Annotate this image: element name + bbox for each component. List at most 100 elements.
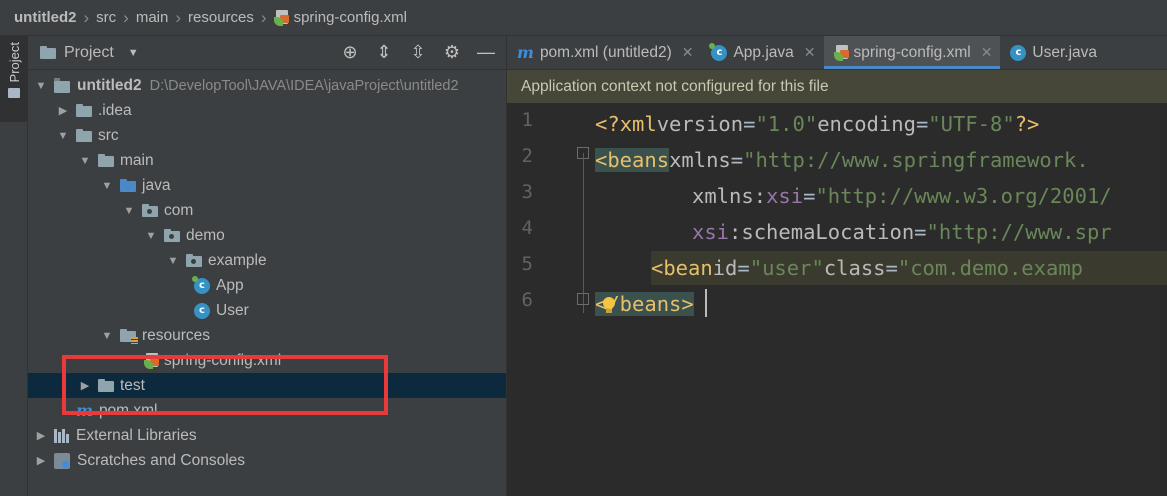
tree-row-demo[interactable]: ▼ demo [28,223,506,248]
tree-row-src[interactable]: ▼ src [28,123,506,148]
project-panel: Project ▼ ⊕ ⇕ ⇳ ⚙ — ▼ untitled2 D:\Devel… [28,36,506,496]
chevron-right-icon[interactable]: ▶ [78,379,92,392]
folder-icon [76,104,92,117]
tab-label: spring-config.xml [853,43,971,61]
code-token: class [823,256,886,280]
chevron-down-icon[interactable]: ▼ [166,255,180,267]
line-number-gutter: 1 2 3 4 5 6 [507,103,575,496]
chevron-right-icon[interactable]: ▶ [34,429,48,442]
tree-row-app[interactable]: c App [28,273,506,298]
hide-panel-icon[interactable]: — [476,42,496,63]
left-tool-strip: Project [0,36,28,496]
lightbulb-icon[interactable] [601,295,617,317]
tree-label-external-libraries: External Libraries [76,426,197,444]
chevron-right-icon[interactable]: ▶ [34,454,48,467]
close-icon[interactable]: ✕ [804,44,816,61]
tree-label-resources: resources [142,326,211,344]
expand-all-icon[interactable]: ⇕ [374,42,394,63]
code-token: : [753,184,767,208]
tab-user-java[interactable]: c User.java [1000,36,1105,69]
collapse-all-icon[interactable]: ⇳ [408,42,428,63]
project-tree: ▼ untitled2 D:\DevelopTool\JAVA\IDEA\jav… [28,70,506,473]
maven-icon: m [76,401,93,420]
code-token: :schemaLocation [729,220,915,244]
breadcrumb-item-project[interactable]: untitled2 [14,9,77,26]
chevron-down-icon[interactable]: ▼ [78,155,92,167]
tree-label-src: src [98,126,119,144]
code-token: encoding [817,112,916,136]
tree-label-scratches: Scratches and Consoles [77,451,246,469]
code-line-5: <bean id = "user" class = "com.demo.examp [651,251,1167,285]
tab-pom-xml[interactable]: m pom.xml (untitled2) ✕ [507,36,701,69]
tree-row-main[interactable]: ▼ main [28,148,506,173]
libraries-icon [54,428,69,443]
close-icon[interactable]: ✕ [981,44,993,61]
tree-row-external-libraries[interactable]: ▶ External Libraries [28,423,506,448]
code-token: xmlns [692,184,754,208]
folder-icon [98,379,114,392]
breadcrumb-item-file[interactable]: spring-config.xml [273,9,407,26]
tree-label-root: untitled2 [77,76,142,94]
code-token: <bean [651,256,713,280]
tree-row-idea[interactable]: ▶ .idea [28,98,506,123]
code-line-1: <? xml version = "1.0" encoding = "UTF-8" ?> [595,112,1040,136]
tree-label-java: java [142,176,171,194]
code-token: xmlns [669,148,731,172]
tree-row-spring-config[interactable]: spring-config.xml [28,348,506,373]
breadcrumb-item-src[interactable]: src [96,9,116,26]
folder-icon [98,154,114,167]
close-icon[interactable]: ✕ [682,44,694,61]
chevron-down-icon[interactable]: ▼ [56,130,70,142]
tree-row-example[interactable]: ▼ example [28,248,506,273]
code-token: "http://www.springframework. [743,148,1089,172]
tab-label: pom.xml (untitled2) [539,43,672,61]
text-caret [705,289,707,317]
tree-row-resources[interactable]: ▼ resources [28,323,506,348]
chevron-right-icon: › [260,7,267,27]
tree-label-user: User [216,301,249,319]
tree-label-idea: .idea [98,101,132,119]
breadcrumb-item-main[interactable]: main [136,9,169,26]
tab-app-java[interactable]: c App.java ✕ [701,36,823,69]
project-tool-window-tab[interactable]: Project [0,36,28,122]
project-view-title[interactable]: Project [64,44,114,62]
runnable-class-icon: c [709,42,728,61]
tree-row-test[interactable]: ▶ test [28,373,506,398]
chevron-down-icon[interactable]: ▼ [128,47,139,59]
chevron-down-icon[interactable]: ▼ [122,205,136,217]
code-token: "1.0" [755,112,818,136]
chevron-down-icon[interactable]: ▼ [144,230,158,242]
tree-row-root[interactable]: ▼ untitled2 D:\DevelopTool\JAVA\IDEA\jav… [28,73,506,98]
tree-row-com[interactable]: ▼ com [28,198,506,223]
source-folder-icon [120,179,136,192]
folder-icon [40,46,56,59]
tree-row-user[interactable]: c User [28,298,506,323]
chevron-right-icon[interactable]: ▶ [56,104,70,117]
code-token: xsi [692,220,730,244]
tree-row-java[interactable]: ▼ java [28,173,506,198]
tree-row-pom[interactable]: m pom.xml [28,398,506,423]
chevron-down-icon[interactable]: ▼ [100,330,114,342]
fold-toggle-icon[interactable] [577,293,589,305]
editor-tab-bar: m pom.xml (untitled2) ✕ c App.java ✕ spr… [507,36,1167,70]
scratches-icon [54,452,70,469]
line-number: 3 [521,181,533,203]
breadcrumb-file-label: spring-config.xml [293,9,407,26]
chevron-down-icon[interactable]: ▼ [34,80,48,92]
code-token: "com.demo.examp [897,256,1084,280]
tree-row-scratches[interactable]: ▶ Scratches and Consoles [28,448,506,473]
code-token: "http://www.w3.org/2001/ [815,184,1112,208]
code-editor[interactable]: 1 2 3 4 5 6 <? xml version = "1.0" encoding… [507,103,1167,496]
gear-icon[interactable]: ⚙ [442,42,462,63]
xml-file-icon [273,9,290,26]
locate-file-icon[interactable]: ⊕ [340,42,360,63]
breadcrumb-item-resources[interactable]: resources [188,9,254,26]
tab-label: App.java [733,43,794,61]
module-folder-icon [54,78,70,93]
tree-label-main: main [120,151,154,169]
chevron-down-icon[interactable]: ▼ [100,180,114,192]
tree-label-example: example [208,251,267,269]
tab-spring-config-xml[interactable]: spring-config.xml ✕ [823,36,1001,69]
tree-label-spring-config: spring-config.xml [164,351,282,369]
tree-label-com: com [164,201,194,219]
